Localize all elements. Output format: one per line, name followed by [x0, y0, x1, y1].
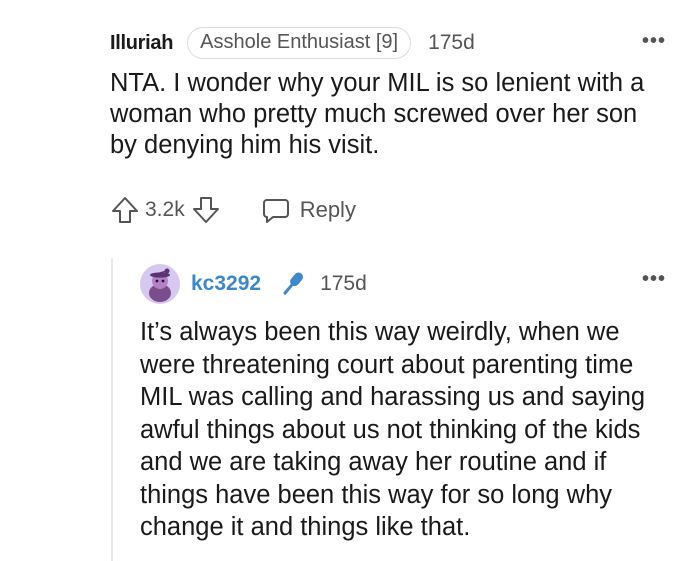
comment-body: NTA. I wonder why your MIL is so lenient… [110, 69, 645, 159]
speech-bubble-icon [261, 195, 291, 225]
downvote-arrow-icon[interactable] [191, 195, 221, 225]
comment-username[interactable]: Illuriah [110, 32, 173, 55]
more-options-button[interactable]: ••• [642, 30, 666, 53]
reply-body: It’s always been this way weirdly, when … [140, 318, 646, 541]
reply-username[interactable]: kc3292 [191, 272, 261, 296]
comment: Illuriah Asshole Enthusiast [9] 175d •••… [110, 26, 670, 161]
comment-header: Illuriah Asshole Enthusiast [9] 175d [110, 26, 670, 60]
user-flair: Asshole Enthusiast [9] [187, 27, 412, 59]
comment-timestamp[interactable]: 175d [428, 31, 475, 55]
reply-header: kc3292 175d [140, 264, 670, 304]
upvote-arrow-icon[interactable] [110, 195, 140, 225]
reply-button[interactable]: Reply [261, 195, 356, 225]
vote-score: 3.2k [145, 198, 185, 221]
comment-action-bar: 3.2k Reply [110, 192, 356, 228]
reply-comment: kc3292 175d ••• It’s always been this wa… [140, 264, 670, 544]
reply-label: Reply [299, 197, 356, 222]
reply-timestamp[interactable]: 175d [320, 272, 367, 296]
more-options-button[interactable]: ••• [642, 268, 666, 291]
snoo-avatar-icon[interactable] [140, 264, 180, 304]
thread-line[interactable] [111, 258, 113, 561]
microphone-icon [277, 269, 307, 299]
